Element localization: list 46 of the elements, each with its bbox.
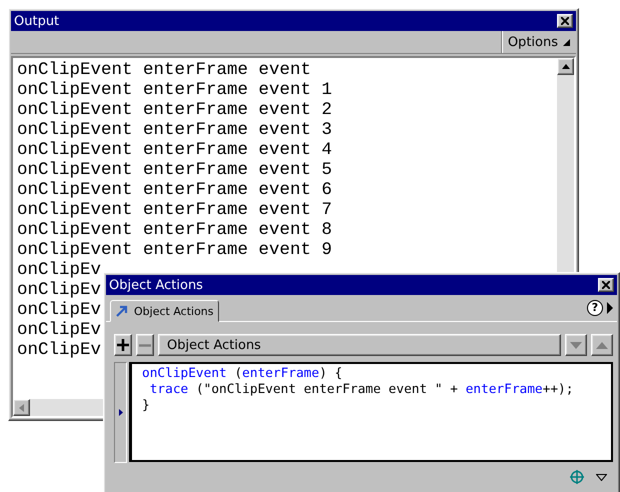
target-button[interactable]: [570, 470, 584, 484]
output-line: onClipEvent enterFrame event 2: [17, 100, 332, 120]
left-arrow-icon: [19, 404, 24, 412]
output-line: onClipEvent enterFrame event 7: [17, 200, 332, 220]
output-line: onClipEvent enterFrame event 8: [17, 220, 332, 240]
output-line: onClipEvent enterFrame event 6: [17, 180, 332, 200]
output-line: onClipEvent enterFrame event 1: [17, 80, 332, 100]
output-line: onClipEv: [17, 320, 102, 340]
window-title: Output: [14, 14, 60, 28]
actions-dropdown[interactable]: Object Actions: [158, 334, 561, 356]
gutter[interactable]: [114, 362, 127, 463]
code-line: }: [142, 398, 150, 414]
right-triangle-icon: [118, 409, 122, 416]
output-line: onClipEv: [17, 340, 102, 360]
up-arrow-icon: [562, 64, 570, 69]
triangle-icon: [563, 38, 570, 46]
crosshair-icon: [570, 470, 584, 484]
panel-tab[interactable]: Object Actions: [110, 300, 219, 322]
output-line: onClipEvent enterFrame event: [17, 60, 312, 80]
output-line: onClipEvent enterFrame event 9: [17, 240, 332, 260]
arrow-icon: [115, 305, 129, 317]
close-button[interactable]: [598, 278, 614, 292]
output-line: onClipEv: [17, 300, 102, 320]
scroll-up-button[interactable]: [557, 58, 574, 75]
help-button[interactable]: ?: [587, 300, 603, 316]
close-icon: [561, 17, 569, 25]
code-line: trace ("onClipEvent enterFrame event " + enterFrame++);: [148, 382, 574, 398]
up-triangle-icon: [596, 342, 608, 348]
output-line: onClipEv: [17, 280, 102, 300]
minus-icon: [139, 344, 151, 346]
menu-button[interactable]: [596, 474, 607, 480]
close-button[interactable]: [557, 14, 573, 28]
scroll-left-button[interactable]: [13, 399, 30, 416]
close-icon: [602, 281, 610, 289]
output-line: onClipEvent enterFrame event 3: [17, 120, 332, 140]
right-arrow-icon[interactable]: [607, 302, 613, 314]
code-line: onClipEvent (enterFrame) {: [142, 366, 342, 382]
output-line: onClipEv: [17, 260, 102, 280]
code-editor[interactable]: onClipEvent (enterFrame) { trace ("onClipEvent enterFrame event " + enterFrame++); }: [129, 362, 613, 462]
down-triangle-icon: [570, 342, 582, 348]
output-line: onClipEvent enterFrame event 4: [17, 140, 332, 160]
plus-icon: [117, 339, 129, 351]
add-button[interactable]: [114, 334, 132, 356]
window-title: Object Actions: [109, 278, 203, 292]
output-line: onClipEvent enterFrame event 5: [17, 160, 332, 180]
down-triangle-icon: [596, 474, 607, 480]
